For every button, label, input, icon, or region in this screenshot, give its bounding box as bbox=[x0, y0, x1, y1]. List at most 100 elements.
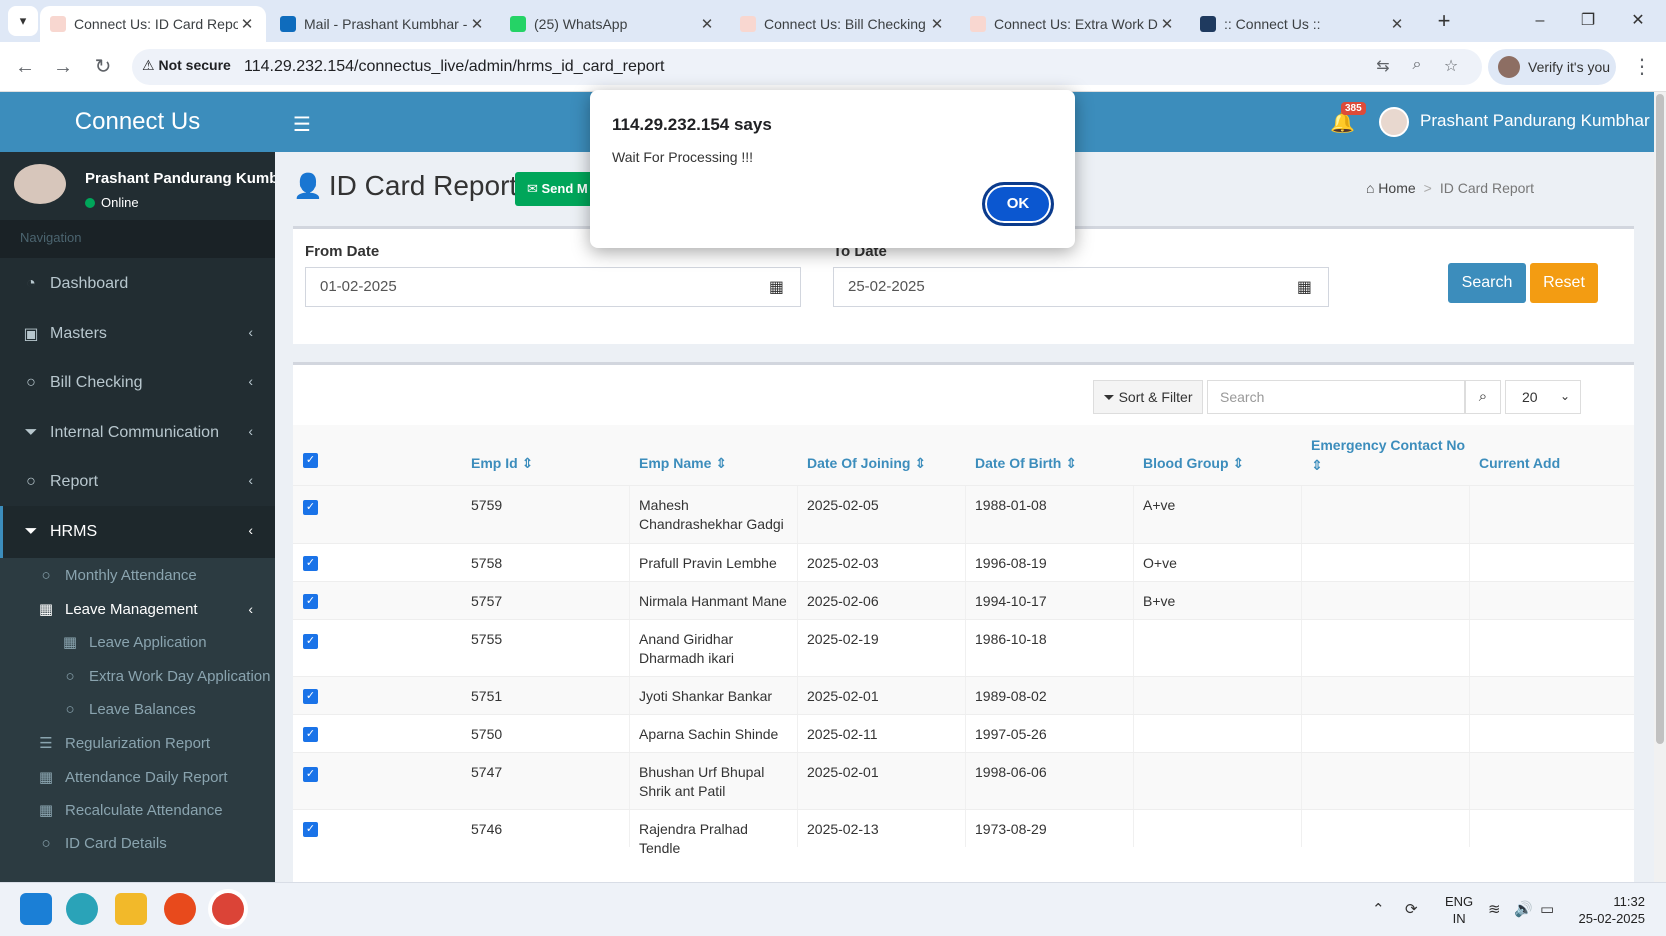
forward-icon[interactable]: → bbox=[50, 54, 76, 80]
col-emergency-contact[interactable]: Emergency Contact No ⇕ bbox=[1311, 435, 1465, 475]
sync-icon[interactable]: ⟳ bbox=[1405, 900, 1418, 918]
edge-icon[interactable] bbox=[66, 893, 98, 925]
col-date-of-joining[interactable]: Date Of Joining ⇕ bbox=[807, 455, 926, 472]
sidebar-toggle-icon[interactable]: ☰ bbox=[293, 112, 311, 137]
money-icon: ▣ bbox=[23, 326, 39, 343]
from-date-input[interactable]: 01-02-2025 ▦ bbox=[305, 267, 801, 307]
sidebar-item-leave-balances[interactable]: ○ Leave Balances bbox=[0, 692, 275, 726]
back-icon[interactable]: ← bbox=[12, 54, 38, 80]
sidebar-item-id-card-details[interactable]: ○ ID Card Details bbox=[0, 826, 275, 860]
tab-search-icon[interactable]: ▾ bbox=[8, 6, 38, 36]
sidebar-item-hrms[interactable]: ⏷ HRMS ‹ bbox=[0, 506, 275, 558]
new-tab-button[interactable]: + bbox=[1432, 10, 1456, 34]
close-window-icon[interactable]: ✕ bbox=[1618, 8, 1658, 34]
restore-icon[interactable]: ❐ bbox=[1568, 8, 1608, 34]
row-checkbox[interactable]: ✓ bbox=[303, 727, 318, 742]
sidebar-item-attendance-daily-report[interactable]: ▦ Attendance Daily Report bbox=[0, 760, 275, 794]
alert-title: 114.29.232.154 says bbox=[612, 115, 772, 134]
battery-icon[interactable]: ▭ bbox=[1540, 900, 1554, 918]
tab-close-icon[interactable]: ✕ bbox=[238, 15, 256, 33]
breadcrumb-home[interactable]: ⌂ Home bbox=[1366, 180, 1416, 196]
sidebar-item-masters[interactable]: ▣ Masters ‹ bbox=[0, 308, 275, 360]
tab-close-icon[interactable]: ✕ bbox=[468, 15, 486, 33]
col-emp-name[interactable]: Emp Name ⇕ bbox=[639, 455, 727, 472]
sidebar-item-dashboard[interactable]: ◔ Dashboard bbox=[0, 258, 275, 310]
tab-close-icon[interactable]: ✕ bbox=[698, 15, 716, 33]
col-current-address[interactable]: Current Add bbox=[1479, 455, 1560, 471]
more-menu-icon[interactable]: ⋮ bbox=[1632, 54, 1652, 79]
sidebar-item-regularization-report[interactable]: ☰ Regularization Report bbox=[0, 726, 275, 760]
table-row[interactable]: ✓ 5755 Anand Giridhar Dharmadh ikari 2025-0… bbox=[293, 619, 1634, 676]
translate-icon[interactable]: ⇆ bbox=[1372, 56, 1394, 78]
page-scrollbar[interactable] bbox=[1654, 92, 1666, 882]
row-checkbox[interactable]: ✓ bbox=[303, 556, 318, 571]
table-row[interactable]: ✓ 5750 Aparna Sachin Shinde 2025-02-11 1997-… bbox=[293, 714, 1634, 752]
table-row[interactable]: ✓ 5746 Rajendra Pralhad Tendle 2025-02-13 19… bbox=[293, 809, 1634, 856]
sidebar-item-recalculate-attendance[interactable]: ▦ Recalculate Attendance bbox=[0, 793, 275, 827]
show-hidden-icons-icon[interactable]: ⌃ bbox=[1372, 900, 1385, 918]
sidebar-item-internal-communication[interactable]: ⏷ Internal Communication ‹ bbox=[0, 407, 275, 459]
calendar-icon[interactable]: ▦ bbox=[769, 277, 784, 297]
language-indicator[interactable]: ENG IN bbox=[1445, 893, 1473, 927]
sort-filter-button[interactable]: ⏷ Sort & Filter bbox=[1093, 380, 1203, 414]
row-checkbox[interactable]: ✓ bbox=[303, 767, 318, 782]
col-blood-group[interactable]: Blood Group ⇕ bbox=[1143, 455, 1244, 472]
row-checkbox[interactable]: ✓ bbox=[303, 822, 318, 837]
col-date-of-birth[interactable]: Date Of Birth ⇕ bbox=[975, 455, 1077, 472]
table-row[interactable]: ✓ 5757 Nirmala Hanmant Mane 2025-02-06 1994-… bbox=[293, 581, 1634, 619]
alert-ok-button[interactable]: OK bbox=[982, 182, 1054, 226]
row-checkbox[interactable]: ✓ bbox=[303, 634, 318, 649]
browser-tab[interactable]: :: Connect Us :: ✕ bbox=[1190, 6, 1416, 42]
search-icon[interactable]: ⌕ bbox=[1465, 380, 1501, 414]
tab-close-icon[interactable]: ✕ bbox=[928, 15, 946, 33]
scrollbar-thumb[interactable] bbox=[1656, 94, 1664, 744]
sidebar-item-leave-application[interactable]: ▦ Leave Application bbox=[0, 625, 275, 659]
table-row[interactable]: ✓ 5759 Mahesh Chandrashekhar Gadgi 2025-02-… bbox=[293, 485, 1634, 543]
bookmark-star-icon[interactable]: ☆ bbox=[1440, 56, 1462, 78]
wifi-icon[interactable]: ≋ bbox=[1488, 900, 1501, 918]
to-date-input[interactable]: 25-02-2025 ▦ bbox=[833, 267, 1329, 307]
app-logo[interactable]: Connect Us bbox=[0, 92, 275, 152]
zoom-icon[interactable]: ⌕ bbox=[1406, 56, 1428, 78]
header-user-name[interactable]: Prashant Pandurang Kumbhar bbox=[1420, 111, 1650, 131]
verify-profile-button[interactable]: Verify it's you bbox=[1488, 49, 1616, 85]
sidebar-item-leave-management[interactable]: ▦ Leave Management ‹ bbox=[0, 592, 275, 626]
row-checkbox[interactable]: ✓ bbox=[303, 594, 318, 609]
table-search-input[interactable]: Search bbox=[1207, 380, 1465, 414]
volume-icon[interactable]: 🔊 bbox=[1514, 900, 1533, 918]
browser-tab[interactable]: Connect Us: Bill Checking T ✕ bbox=[730, 6, 956, 42]
col-emp-id[interactable]: Emp Id ⇕ bbox=[471, 455, 533, 472]
file-explorer-icon[interactable] bbox=[115, 893, 147, 925]
chrome-icon[interactable] bbox=[212, 893, 244, 925]
sidebar-item-bill-checking[interactable]: ○ Bill Checking ‹ bbox=[0, 357, 275, 409]
sidebar-item-report[interactable]: ○ Report ‹ bbox=[0, 456, 275, 508]
sidebar-item-extra-work-day-application[interactable]: ○ Extra Work Day Application bbox=[0, 659, 275, 693]
row-checkbox[interactable]: ✓ bbox=[303, 689, 318, 704]
system-clock[interactable]: 11:32 25-02-2025 bbox=[1575, 893, 1646, 927]
brave-icon[interactable] bbox=[164, 893, 196, 925]
browser-tab[interactable]: Connect Us: Extra Work Da ✕ bbox=[960, 6, 1186, 42]
sidebar-item-monthly-attendance[interactable]: ○ Monthly Attendance bbox=[0, 558, 275, 592]
row-checkbox[interactable]: ✓ bbox=[303, 500, 318, 515]
table-row[interactable]: ✓ 5751 Jyoti Shankar Bankar 2025-02-01 1989-… bbox=[293, 676, 1634, 714]
tab-close-icon[interactable]: ✕ bbox=[1158, 15, 1176, 33]
page-size-select[interactable]: 20 ⌄ bbox=[1505, 380, 1581, 414]
cell-doj: 2025-02-05 bbox=[807, 497, 879, 513]
table-row[interactable]: ✓ 5758 Prafull Pravin Lembhe 2025-02-03 1996… bbox=[293, 543, 1634, 581]
browser-tab[interactable]: (25) WhatsApp ✕ bbox=[500, 6, 726, 42]
tab-close-icon[interactable]: ✕ bbox=[1388, 15, 1406, 33]
reload-icon[interactable]: ↻ bbox=[90, 54, 116, 80]
browser-tab[interactable]: Mail - Prashant Kumbhar - ✕ bbox=[270, 6, 496, 42]
browser-tab[interactable]: Connect Us: ID Card Repor ✕ bbox=[40, 6, 266, 42]
windows-start-icon[interactable] bbox=[20, 893, 52, 925]
minimize-icon[interactable]: – bbox=[1520, 8, 1560, 34]
table-row[interactable]: ✓ 5747 Bhushan Urf Bhupal Shrik ant Patil 2… bbox=[293, 752, 1634, 809]
select-all-checkbox[interactable]: ✓ bbox=[303, 453, 318, 468]
header-avatar[interactable] bbox=[1379, 107, 1409, 137]
reset-button[interactable]: Reset bbox=[1530, 263, 1598, 303]
url-text[interactable]: 114.29.232.154/connectus_live/admin/hrms… bbox=[244, 58, 664, 76]
search-button[interactable]: Search bbox=[1448, 263, 1526, 303]
calendar-icon[interactable]: ▦ bbox=[1297, 277, 1312, 297]
address-bar[interactable]: ⚠ Not secure 114.29.232.154/connectus_li… bbox=[132, 49, 1482, 85]
security-indicator[interactable]: ⚠ Not secure bbox=[142, 57, 231, 74]
